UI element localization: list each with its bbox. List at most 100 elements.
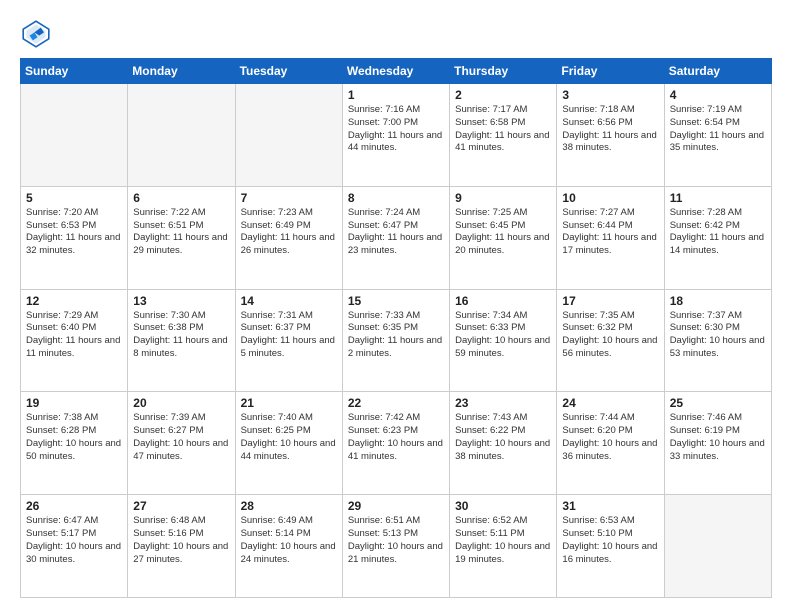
day-number: 8 [348, 191, 444, 205]
day-info: Sunrise: 7:31 AM Sunset: 6:37 PM Dayligh… [241, 310, 337, 361]
day-info: Sunrise: 7:38 AM Sunset: 6:28 PM Dayligh… [26, 412, 122, 463]
day-number: 31 [562, 499, 658, 513]
week-row-3: 19 Sunrise: 7:38 AM Sunset: 6:28 PM Dayli… [21, 392, 772, 495]
day-number: 11 [670, 191, 766, 205]
day-number: 9 [455, 191, 551, 205]
calendar-cell: 21Sunrise: 7:40 AM Sunset: 6:25 PM Dayli… [235, 392, 342, 495]
calendar-cell: 7Sunrise: 7:23 AM Sunset: 6:49 PM Daylig… [235, 186, 342, 289]
week-row-4: 26 Sunrise: 6:47 AM Sunset: 5:17 PM Dayli… [21, 495, 772, 598]
header [20, 18, 772, 50]
day-number: 19 [26, 396, 122, 410]
weekday-header-wednesday: Wednesday [342, 59, 449, 84]
day-number: 30 [455, 499, 551, 513]
weekday-header-tuesday: Tuesday [235, 59, 342, 84]
calendar-cell: 19 Sunrise: 7:38 AM Sunset: 6:28 PM Dayli… [21, 392, 128, 495]
day-number: 12 [26, 294, 122, 308]
logo [20, 18, 56, 50]
calendar-cell [664, 495, 771, 598]
calendar-cell: 4 Sunrise: 7:19 AM Sunset: 6:54 PM Daylig… [664, 84, 771, 187]
day-number: 13 [133, 294, 229, 308]
weekday-header-thursday: Thursday [450, 59, 557, 84]
day-number: 27 [133, 499, 229, 513]
day-number: 5 [26, 191, 122, 205]
day-info: Sunrise: 7:40 AM Sunset: 6:25 PM Dayligh… [241, 412, 337, 463]
calendar-cell: 12Sunrise: 7:29 AM Sunset: 6:40 PM Dayli… [21, 289, 128, 392]
calendar-cell: 17 Sunrise: 7:35 AM Sunset: 6:32 PM Dayli… [557, 289, 664, 392]
day-number: 24 [562, 396, 658, 410]
day-number: 3 [562, 88, 658, 102]
day-number: 18 [670, 294, 766, 308]
calendar-cell [21, 84, 128, 187]
day-info: Sunrise: 6:49 AM Sunset: 5:14 PM Dayligh… [241, 515, 337, 566]
day-info: Sunrise: 7:37 AM Sunset: 6:30 PM Dayligh… [670, 310, 766, 361]
day-number: 26 [26, 499, 122, 513]
calendar-cell: 3 Sunrise: 7:18 AM Sunset: 6:56 PM Daylig… [557, 84, 664, 187]
calendar-cell: 1Sunrise: 7:16 AM Sunset: 7:00 PM Daylig… [342, 84, 449, 187]
weekday-header-row: SundayMondayTuesdayWednesdayThursdayFrid… [21, 59, 772, 84]
calendar-cell [235, 84, 342, 187]
day-info: Sunrise: 7:23 AM Sunset: 6:49 PM Dayligh… [241, 207, 337, 258]
day-number: 6 [133, 191, 229, 205]
page: SundayMondayTuesdayWednesdayThursdayFrid… [0, 0, 792, 612]
day-number: 22 [348, 396, 444, 410]
day-info: Sunrise: 7:33 AM Sunset: 6:35 PM Dayligh… [348, 310, 444, 361]
calendar-cell: 24 Sunrise: 7:44 AM Sunset: 6:20 PM Dayli… [557, 392, 664, 495]
calendar-cell: 25 Sunrise: 7:46 AM Sunset: 6:19 PM Dayli… [664, 392, 771, 495]
calendar-cell: 9 Sunrise: 7:25 AM Sunset: 6:45 PM Daylig… [450, 186, 557, 289]
calendar-cell: 27 Sunrise: 6:48 AM Sunset: 5:16 PM Dayli… [128, 495, 235, 598]
week-row-1: 5 Sunrise: 7:20 AM Sunset: 6:53 PM Daylig… [21, 186, 772, 289]
day-info: Sunrise: 7:44 AM Sunset: 6:20 PM Dayligh… [562, 412, 658, 463]
calendar-cell: 23 Sunrise: 7:43 AM Sunset: 6:22 PM Dayli… [450, 392, 557, 495]
logo-icon [20, 18, 52, 50]
weekday-header-monday: Monday [128, 59, 235, 84]
calendar-cell: 20 Sunrise: 7:39 AM Sunset: 6:27 PM Dayli… [128, 392, 235, 495]
day-info: Sunrise: 7:35 AM Sunset: 6:32 PM Dayligh… [562, 310, 658, 361]
day-info: Sunrise: 7:19 AM Sunset: 6:54 PM Dayligh… [670, 104, 766, 155]
calendar-cell: 8 Sunrise: 7:24 AM Sunset: 6:47 PM Daylig… [342, 186, 449, 289]
day-info: Sunrise: 6:47 AM Sunset: 5:17 PM Dayligh… [26, 515, 122, 566]
calendar-cell: 13 Sunrise: 7:30 AM Sunset: 6:38 PM Dayli… [128, 289, 235, 392]
day-number: 4 [670, 88, 766, 102]
day-number: 20 [133, 396, 229, 410]
day-info: Sunrise: 7:43 AM Sunset: 6:22 PM Dayligh… [455, 412, 551, 463]
calendar-cell: 31 Sunrise: 6:53 AM Sunset: 5:10 PM Dayli… [557, 495, 664, 598]
day-info: Sunrise: 7:17 AM Sunset: 6:58 PM Dayligh… [455, 104, 551, 155]
day-number: 10 [562, 191, 658, 205]
day-info: Sunrise: 7:25 AM Sunset: 6:45 PM Dayligh… [455, 207, 551, 258]
calendar-cell: 28Sunrise: 6:49 AM Sunset: 5:14 PM Dayli… [235, 495, 342, 598]
day-info: Sunrise: 7:22 AM Sunset: 6:51 PM Dayligh… [133, 207, 229, 258]
calendar-cell: 5 Sunrise: 7:20 AM Sunset: 6:53 PM Daylig… [21, 186, 128, 289]
calendar-cell: 29 Sunrise: 6:51 AM Sunset: 5:13 PM Dayli… [342, 495, 449, 598]
day-number: 14 [241, 294, 337, 308]
day-info: Sunrise: 6:51 AM Sunset: 5:13 PM Dayligh… [348, 515, 444, 566]
day-info: Sunrise: 7:20 AM Sunset: 6:53 PM Dayligh… [26, 207, 122, 258]
day-number: 23 [455, 396, 551, 410]
day-info: Sunrise: 6:52 AM Sunset: 5:11 PM Dayligh… [455, 515, 551, 566]
day-info: Sunrise: 7:39 AM Sunset: 6:27 PM Dayligh… [133, 412, 229, 463]
calendar-cell: 6 Sunrise: 7:22 AM Sunset: 6:51 PM Daylig… [128, 186, 235, 289]
day-info: Sunrise: 7:16 AM Sunset: 7:00 PM Dayligh… [348, 104, 444, 155]
day-number: 17 [562, 294, 658, 308]
weekday-header-friday: Friday [557, 59, 664, 84]
calendar-cell: 30 Sunrise: 6:52 AM Sunset: 5:11 PM Dayli… [450, 495, 557, 598]
calendar-cell: 16Sunrise: 7:34 AM Sunset: 6:33 PM Dayli… [450, 289, 557, 392]
calendar-cell: 2 Sunrise: 7:17 AM Sunset: 6:58 PM Daylig… [450, 84, 557, 187]
day-info: Sunrise: 6:53 AM Sunset: 5:10 PM Dayligh… [562, 515, 658, 566]
day-number: 25 [670, 396, 766, 410]
day-info: Sunrise: 7:28 AM Sunset: 6:42 PM Dayligh… [670, 207, 766, 258]
day-info: Sunrise: 7:30 AM Sunset: 6:38 PM Dayligh… [133, 310, 229, 361]
calendar-cell: 14 Sunrise: 7:31 AM Sunset: 6:37 PM Dayli… [235, 289, 342, 392]
calendar-table: SundayMondayTuesdayWednesdayThursdayFrid… [20, 58, 772, 598]
day-info: Sunrise: 7:46 AM Sunset: 6:19 PM Dayligh… [670, 412, 766, 463]
day-info: Sunrise: 7:27 AM Sunset: 6:44 PM Dayligh… [562, 207, 658, 258]
day-info: Sunrise: 7:18 AM Sunset: 6:56 PM Dayligh… [562, 104, 658, 155]
day-number: 2 [455, 88, 551, 102]
calendar-cell: 22Sunrise: 7:42 AM Sunset: 6:23 PM Dayli… [342, 392, 449, 495]
day-info: Sunrise: 6:48 AM Sunset: 5:16 PM Dayligh… [133, 515, 229, 566]
day-info: Sunrise: 7:24 AM Sunset: 6:47 PM Dayligh… [348, 207, 444, 258]
day-number: 29 [348, 499, 444, 513]
calendar-cell: 26 Sunrise: 6:47 AM Sunset: 5:17 PM Dayli… [21, 495, 128, 598]
day-number: 16 [455, 294, 551, 308]
weekday-header-sunday: Sunday [21, 59, 128, 84]
day-number: 15 [348, 294, 444, 308]
